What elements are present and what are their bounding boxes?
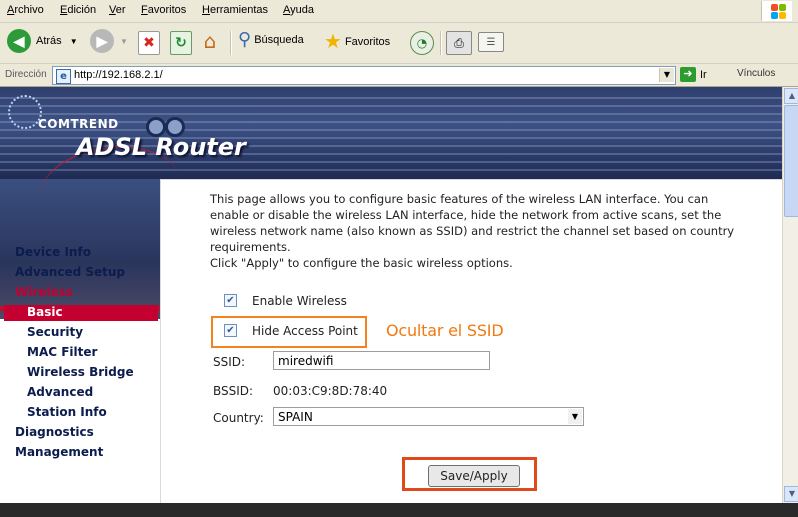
- enable-wireless-checkbox[interactable]: ✔: [224, 294, 237, 307]
- windows-logo-icon: [761, 1, 792, 21]
- stop-icon[interactable]: ✖: [138, 31, 160, 55]
- search-icon: ⚲: [238, 29, 252, 49]
- go-arrow-icon: ➜: [680, 67, 696, 82]
- hide-access-point-checkbox[interactable]: ✔: [224, 324, 237, 337]
- router-page: COMTREND ADSL Router Device Info Advance…: [0, 87, 782, 503]
- bssid-value: 00:03:C9:8D:78:40: [273, 384, 388, 398]
- favorites-button[interactable]: ★ Favoritos: [324, 29, 390, 54]
- search-label: Búsqueda: [254, 33, 304, 46]
- scroll-thumb[interactable]: [784, 105, 798, 217]
- country-select[interactable]: SPAIN ▼: [273, 407, 584, 426]
- apply-hint: Click "Apply" to configure the basic wir…: [210, 256, 513, 270]
- router-title: ADSL Router: [76, 133, 246, 161]
- brand-name: COMTREND: [38, 117, 119, 131]
- history-icon[interactable]: ◔: [410, 31, 434, 55]
- menu-ver[interactable]: Ver: [109, 4, 126, 16]
- go-button[interactable]: ➜ Ir: [680, 67, 707, 82]
- nav-advanced[interactable]: Advanced: [27, 385, 93, 399]
- nav-device-info[interactable]: Device Info: [15, 245, 91, 259]
- nav-wireless-bridge[interactable]: Wireless Bridge: [27, 365, 134, 379]
- page-description: This page allows you to configure basic …: [210, 191, 750, 271]
- address-dropdown-icon[interactable]: ▼: [659, 68, 674, 82]
- search-button[interactable]: ⚲ Búsqueda: [238, 29, 304, 50]
- menu-archivo[interactable]: Archivo: [7, 4, 44, 16]
- description-text: This page allows you to configure basic …: [210, 192, 735, 254]
- sun-logo-icon: [8, 95, 42, 129]
- vertical-scrollbar[interactable]: ▲ ▼: [782, 87, 798, 503]
- back-dropdown-icon[interactable]: ▼: [70, 37, 78, 46]
- address-url[interactable]: http://192.168.2.1/: [74, 69, 163, 81]
- toolbar: ◀ Atrás ▼ ▶ ▼ ✖ ↻ ⌂ ⚲ Búsqueda ★ Favorit…: [0, 23, 798, 64]
- nav-mac-filter[interactable]: MAC Filter: [27, 345, 97, 359]
- star-icon: ★: [324, 31, 342, 53]
- menu-edicion[interactable]: Edición: [60, 4, 96, 16]
- ssid-input[interactable]: miredwifi: [273, 351, 490, 370]
- ssid-label: SSID:: [213, 355, 246, 369]
- back-arrow-icon: ◀: [7, 29, 31, 53]
- edit-icon[interactable]: ☰: [478, 32, 504, 52]
- favorites-label: Favoritos: [344, 35, 391, 48]
- forward-button[interactable]: ▶ ▼: [90, 29, 128, 53]
- back-button[interactable]: ◀ Atrás ▼: [7, 29, 78, 53]
- nav-management[interactable]: Management: [15, 445, 103, 459]
- address-input[interactable]: e http://192.168.2.1/ ▼: [52, 66, 676, 85]
- links-label[interactable]: Vínculos: [737, 68, 775, 79]
- print-icon[interactable]: ⎙: [446, 31, 472, 55]
- nav-diagnostics[interactable]: Diagnostics: [15, 425, 94, 439]
- annotation-text: Ocultar el SSID: [386, 321, 504, 340]
- home-icon[interactable]: ⌂: [200, 29, 220, 53]
- menu-ayuda[interactable]: Ayuda: [283, 4, 314, 16]
- scroll-down-icon[interactable]: ▼: [784, 486, 798, 502]
- scroll-up-icon[interactable]: ▲: [784, 88, 798, 104]
- refresh-icon[interactable]: ↻: [170, 31, 192, 55]
- menu-herramientas[interactable]: Herramientas: [202, 4, 268, 16]
- save-apply-button[interactable]: Save/Apply: [428, 465, 520, 487]
- forward-dropdown-icon[interactable]: ▼: [120, 37, 128, 46]
- back-label: Atrás: [36, 35, 62, 47]
- go-label: Ir: [700, 68, 707, 81]
- forward-arrow-icon: ▶: [90, 29, 114, 53]
- enable-wireless-label: Enable Wireless: [252, 294, 347, 308]
- chevron-down-icon[interactable]: ▼: [568, 409, 582, 424]
- menu-favoritos[interactable]: Favoritos: [141, 4, 186, 16]
- menu-bar: Archivo Edición Ver Favoritos Herramient…: [0, 0, 798, 23]
- nav-station-info[interactable]: Station Info: [27, 405, 107, 419]
- ssid-value: miredwifi: [278, 354, 334, 368]
- country-value: SPAIN: [278, 410, 313, 424]
- nav-advanced-setup[interactable]: Advanced Setup: [15, 265, 125, 279]
- ie-page-icon: e: [56, 69, 71, 84]
- nav-wireless[interactable]: Wireless: [15, 285, 73, 299]
- nav-basic[interactable]: Basic: [27, 305, 63, 319]
- bssid-label: BSSID:: [213, 384, 254, 398]
- address-bar: Dirección e http://192.168.2.1/ ▼ ➜ Ir V…: [0, 64, 798, 87]
- status-bar: [0, 503, 798, 517]
- hide-access-point-label: Hide Access Point: [252, 324, 358, 338]
- country-label: Country:: [213, 411, 264, 425]
- address-label: Dirección: [5, 69, 47, 80]
- nav-security[interactable]: Security: [27, 325, 83, 339]
